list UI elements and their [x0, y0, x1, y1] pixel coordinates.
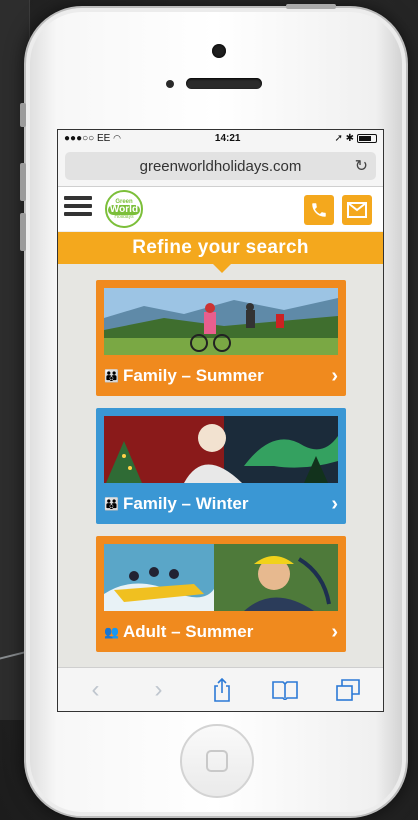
share-button[interactable]: [204, 675, 240, 705]
browser-address-bar: greenworldholidays.com ↻: [58, 147, 383, 187]
family-winter-photo: [104, 416, 338, 483]
carrier-signal: ●●●○○ EE ◠: [64, 133, 121, 144]
browser-toolbar: ‹ ›: [58, 667, 383, 711]
refine-search-label: Refine your search: [132, 237, 309, 258]
mute-switch: [20, 103, 26, 127]
adult-icon: 👥: [104, 625, 119, 639]
family-icon: 👪: [104, 497, 119, 511]
card-family-winter[interactable]: 👪 Family – Winter ›: [96, 408, 346, 524]
mail-icon: [347, 202, 367, 218]
home-button[interactable]: [180, 724, 254, 798]
url-text: greenworldholidays.com: [139, 157, 302, 175]
back-button[interactable]: ‹: [78, 675, 114, 705]
home-square-icon: [206, 750, 228, 772]
status-time: 14:21: [214, 133, 241, 144]
refine-search-banner: Refine your search: [58, 232, 383, 273]
back-icon: ‹: [91, 675, 100, 703]
url-field[interactable]: greenworldholidays.com ↻: [65, 152, 376, 180]
family-icon: 👪: [104, 369, 119, 383]
reload-icon[interactable]: ↻: [355, 156, 368, 176]
card-label: 👥 Adult – Summer: [104, 622, 254, 641]
bookmarks-icon: [271, 680, 298, 700]
phone-icon: [312, 203, 326, 217]
earpiece-speaker: [186, 78, 262, 89]
card-label: 👪 Family – Winter: [104, 494, 249, 513]
tabs-icon: [335, 678, 360, 701]
battery-icon: [357, 133, 377, 143]
forward-button[interactable]: ›: [141, 675, 177, 705]
status-right: ➚ ✱: [334, 133, 377, 144]
forward-icon: ›: [154, 675, 163, 703]
volume-up-button: [20, 163, 26, 201]
site-header: Green World Holidays: [58, 187, 383, 232]
chevron-right-icon: ›: [331, 493, 338, 515]
proximity-sensor: [166, 80, 174, 88]
iphone-device: ●●●○○ EE ◠ 14:21 ➚ ✱ greenworldholidays.…: [20, 4, 408, 818]
chevron-right-icon: ›: [331, 621, 338, 643]
front-camera: [212, 44, 226, 58]
power-button: [286, 4, 336, 9]
phone-screen: ●●●○○ EE ◠ 14:21 ➚ ✱ greenworldholidays.…: [57, 129, 384, 712]
status-bar: ●●●○○ EE ◠ 14:21 ➚ ✱: [58, 130, 383, 147]
card-family-summer[interactable]: 👪 Family – Summer ›: [96, 280, 346, 396]
card-adult-summer[interactable]: 👥 Adult – Summer ›: [96, 536, 346, 652]
tabs-button[interactable]: [330, 675, 366, 705]
email-button[interactable]: [342, 195, 372, 225]
adult-summer-photo: [104, 544, 338, 611]
call-button[interactable]: [304, 195, 334, 225]
share-icon: [213, 677, 230, 702]
background-scene: ●●●○○ EE ◠ 14:21 ➚ ✱ greenworldholidays.…: [0, 0, 418, 820]
family-summer-photo: [104, 288, 338, 355]
wifi-icon: ◠: [113, 133, 121, 143]
card-label: 👪 Family – Summer: [104, 366, 264, 385]
volume-down-button: [20, 213, 26, 251]
green-world-logo[interactable]: Green World Holidays: [105, 190, 143, 228]
menu-icon[interactable]: [64, 196, 92, 222]
chevron-right-icon: ›: [331, 365, 338, 387]
category-list: 👪 Family – Summer › 👪 Family – Winter › …: [58, 264, 383, 652]
bookmarks-button[interactable]: [267, 675, 303, 705]
